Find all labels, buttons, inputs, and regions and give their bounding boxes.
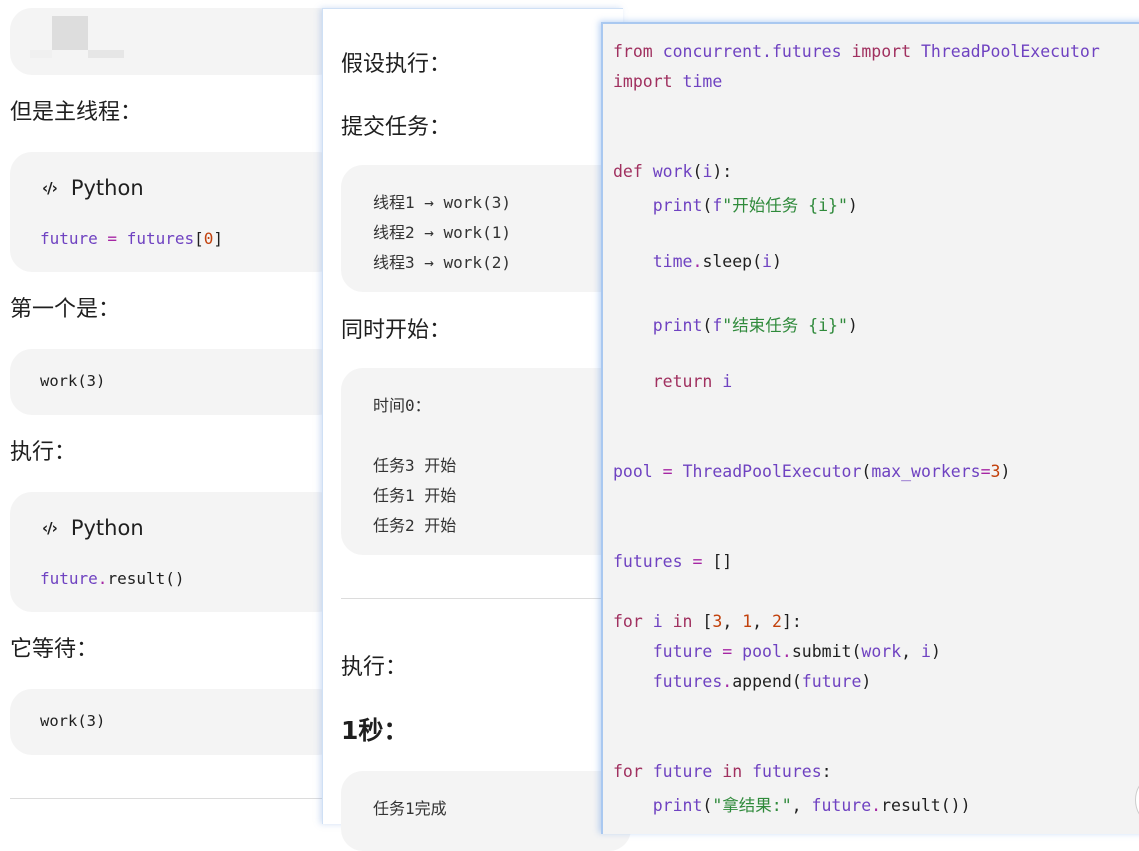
code-line: pool = ThreadPoolExecutor(max_workers=3): [613, 462, 1011, 481]
code-line: work(3): [40, 372, 106, 390]
code-block: 任务1完成: [341, 771, 631, 851]
heading-exec: 执行：: [10, 440, 77, 465]
code-line: print("拿结果:", future.result()): [652, 796, 971, 815]
heading-1-second: 1秒：: [341, 716, 409, 745]
code-block: ‹/› Python future.result(): [10, 492, 340, 612]
heading-main-thread: 但是主线程：: [10, 100, 143, 125]
heading-submit: 提交任务：: [341, 115, 452, 140]
code-line: return i: [652, 372, 733, 391]
code-lang-label: Python: [70, 176, 144, 200]
code-line: future = futures[0]: [40, 229, 224, 248]
avatar: [52, 16, 88, 50]
code-icon: ‹/›: [42, 179, 58, 197]
code-line: 线程1 → work(3): [373, 193, 511, 212]
heading-wait: 它等待：: [10, 637, 99, 662]
code-block: 线程1 → work(3) 线程2 → work(1) 线程3 → work(2…: [341, 165, 631, 292]
code-line: 任务3 开始: [373, 456, 457, 475]
avatar-shadow: [30, 50, 52, 58]
code-line: 线程3 → work(2): [373, 253, 511, 272]
heading-first: 第一个是：: [10, 297, 121, 322]
code-icon: ‹/›: [42, 519, 58, 537]
code-line: print(f"开始任务 {i}"): [652, 196, 858, 215]
code-block: 时间0： 任务3 开始 任务1 开始 任务2 开始: [341, 368, 631, 555]
code-line: futures.append(future): [652, 672, 872, 691]
code-line: time.sleep(i): [652, 252, 782, 271]
divider: [341, 598, 611, 599]
code-line: 任务1完成: [373, 799, 447, 818]
code-line: 时间0：: [373, 396, 431, 415]
code-line: print(f"结束任务 {i}"): [652, 316, 858, 335]
code-line: for i in [3, 1, 2]:: [613, 612, 802, 631]
chat-panel-middle: 假设执行： 提交任务： 线程1 → work(3) 线程2 → work(1) …: [322, 8, 631, 851]
code-line: for future in futures:: [613, 762, 832, 781]
code-lang-header: ‹/› Python: [42, 516, 144, 540]
code-line: future = pool.submit(work, i): [652, 642, 941, 661]
code-panel-front: from concurrent.futures import ThreadPoo…: [601, 22, 1139, 834]
scroll-to-bottom-button[interactable]: [1135, 780, 1139, 820]
code-line: from concurrent.futures import ThreadPoo…: [613, 42, 1100, 61]
code-line: future.result(): [40, 569, 185, 588]
chat-panel-back: 但是主线程： ‹/› Python future = futures[0] 第一…: [0, 0, 340, 817]
code-lang-label: Python: [70, 516, 144, 540]
code-block: work(3): [10, 349, 340, 415]
code-line: import time: [613, 72, 723, 91]
code-line: def work(i):: [613, 162, 733, 181]
heading-exec: 执行：: [341, 655, 408, 680]
code-line: 线程2 → work(1): [373, 223, 511, 242]
heading-assume: 假设执行：: [341, 52, 452, 77]
avatar-shadow: [88, 50, 124, 58]
code-lang-header: ‹/› Python: [42, 176, 144, 200]
code-line: futures = []: [613, 552, 733, 571]
heading-simultaneous: 同时开始：: [341, 318, 452, 343]
code-line: work(3): [40, 712, 106, 730]
code-block: ‹/› Python future = futures[0]: [10, 152, 340, 272]
divider: [10, 798, 330, 799]
code-line: 任务1 开始: [373, 486, 457, 505]
code-block: work(3): [10, 689, 340, 755]
code-line: 任务2 开始: [373, 516, 457, 535]
